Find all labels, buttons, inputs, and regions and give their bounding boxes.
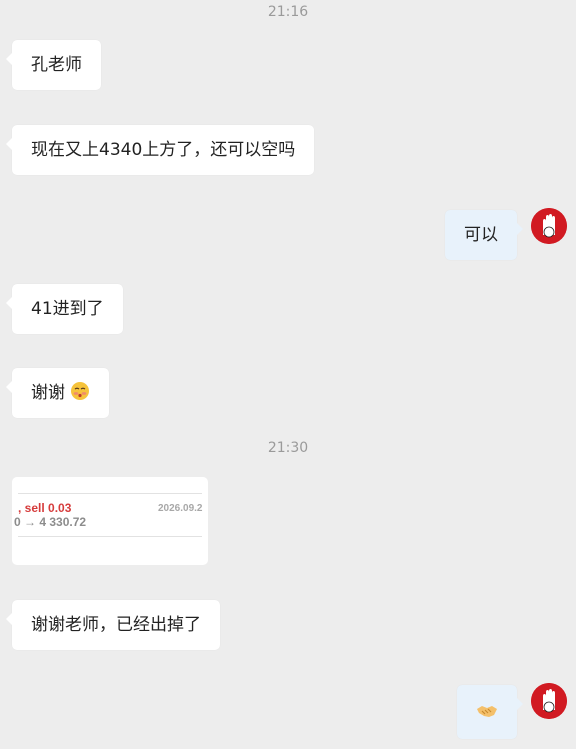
handshake-icon xyxy=(477,706,497,717)
message-bubble[interactable]: 孔老师 xyxy=(6,40,101,90)
trade-date: 2026.09.2 xyxy=(158,503,203,514)
message-bubble[interactable]: 谢谢 xyxy=(5,368,110,418)
my-avatar[interactable] xyxy=(531,208,567,244)
message-text: 41进到了 xyxy=(31,299,104,319)
message-bubble[interactable]: 现在又上4340上方了，还可以空吗 xyxy=(5,125,315,175)
my-message-bubble[interactable]: 可以 xyxy=(445,210,523,260)
hand-logo-icon xyxy=(531,683,567,719)
trade-action: , sell 0.03 xyxy=(18,501,72,515)
trade-price: 0 → 4 330.72 xyxy=(14,515,87,529)
message-bubble[interactable]: 41进到了 xyxy=(6,284,123,334)
message-text: 谢谢老师，已经出掉了 xyxy=(31,615,201,635)
trade-screenshot-card[interactable]: , sell 0.03 2026.09.2 0 → 4 330.72 xyxy=(12,477,208,565)
message-text: 现在又上4340上方了，还可以空吗 xyxy=(31,140,296,160)
blushing-face-icon xyxy=(71,382,90,400)
message-text: 可以 xyxy=(464,225,498,245)
timestamp: 21:16 xyxy=(267,4,309,20)
divider xyxy=(18,536,202,537)
hand-logo-icon xyxy=(531,208,567,244)
message-bubble[interactable]: 谢谢老师，已经出掉了 xyxy=(6,600,220,650)
message-text: 谢谢 xyxy=(31,383,65,403)
message-text: 孔老师 xyxy=(31,55,82,75)
my-avatar[interactable] xyxy=(531,683,567,719)
timestamp: 21:30 xyxy=(267,440,309,456)
divider xyxy=(18,493,202,494)
my-message-bubble[interactable] xyxy=(457,685,523,739)
